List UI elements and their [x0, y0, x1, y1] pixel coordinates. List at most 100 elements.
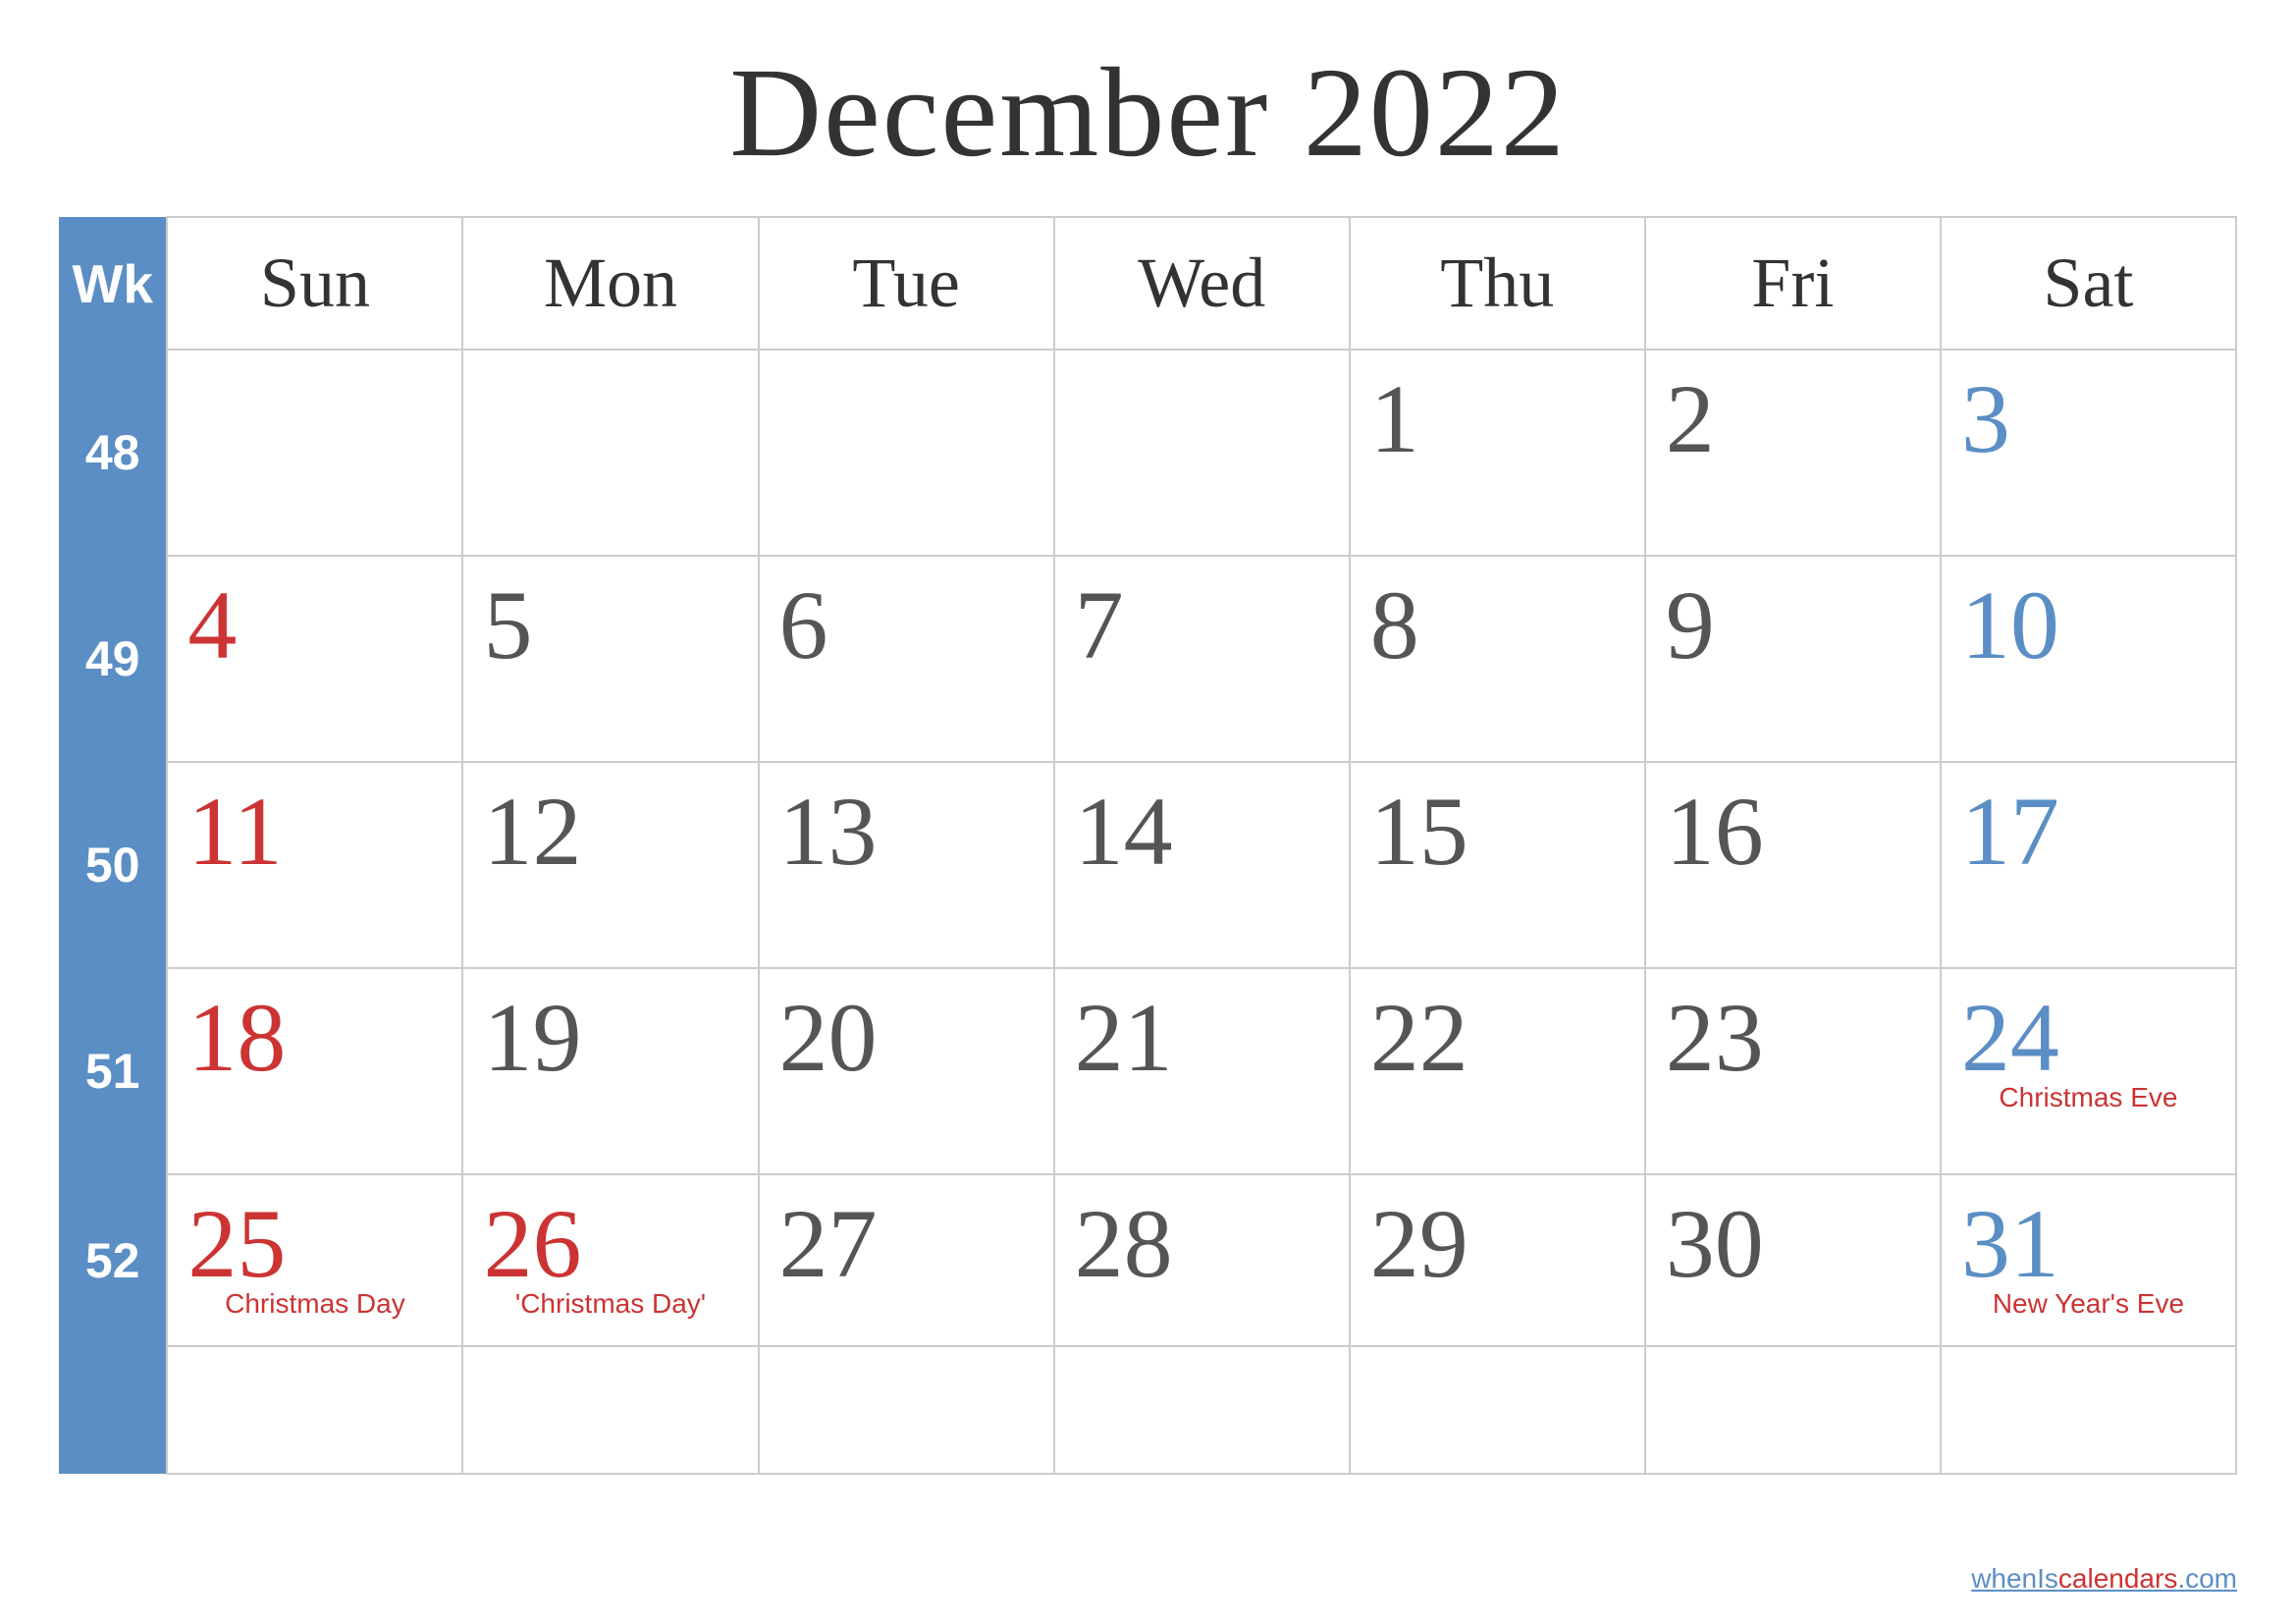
- holiday-label-31: New Year's Eve: [1961, 1288, 2216, 1320]
- day-cell-empty: [1054, 350, 1350, 556]
- day-number-19: 19: [483, 984, 737, 1092]
- week-row-49: 4945678910: [59, 556, 2236, 762]
- day-number-24: 24: [1961, 984, 2216, 1092]
- day-number-21: 21: [1075, 984, 1329, 1092]
- empty-day-4: [1350, 1346, 1645, 1474]
- day-number-23: 23: [1666, 984, 1920, 1092]
- day-number-16: 16: [1666, 778, 1920, 886]
- empty-day-1: [462, 1346, 758, 1474]
- day-cell-9: 9: [1645, 556, 1941, 762]
- day-cell-24: 24Christmas Eve: [1941, 968, 2236, 1174]
- day-number-8: 8: [1370, 571, 1625, 679]
- day-cell-15: 15: [1350, 762, 1645, 968]
- calendar-table: Wk Sun Mon Tue Wed Thu Fri Sat 481234945…: [59, 216, 2237, 1475]
- wk-header: Wk: [59, 217, 167, 350]
- day-number-9: 9: [1666, 571, 1920, 679]
- day-number-7: 7: [1075, 571, 1329, 679]
- week-row-52: 5225Christmas Day26'Christmas Day'272829…: [59, 1174, 2236, 1346]
- fri-header: Fri: [1645, 217, 1941, 350]
- sat-header: Sat: [1941, 217, 2236, 350]
- calendar-body: 4812349456789105011121314151617511819202…: [59, 350, 2236, 1474]
- day-cell-30: 30: [1645, 1174, 1941, 1346]
- watermark-calendars: calendars: [2058, 1563, 2177, 1594]
- thu-header: Thu: [1350, 217, 1645, 350]
- header-row: Wk Sun Mon Tue Wed Thu Fri Sat: [59, 217, 2236, 350]
- day-number-27: 27: [779, 1190, 1034, 1298]
- day-number-11: 11: [187, 778, 442, 886]
- day-cell-12: 12: [462, 762, 758, 968]
- day-cell-28: 28: [1054, 1174, 1350, 1346]
- holiday-label-25: Christmas Day: [187, 1288, 442, 1320]
- day-cell-5: 5: [462, 556, 758, 762]
- day-cell-20: 20: [759, 968, 1054, 1174]
- sun-header: Sun: [167, 217, 462, 350]
- week-row-51: 5118192021222324Christmas Eve: [59, 968, 2236, 1174]
- day-cell-empty: [462, 350, 758, 556]
- day-number-30: 30: [1666, 1190, 1920, 1298]
- day-number-6: 6: [779, 571, 1034, 679]
- watermark-com: .com: [2177, 1563, 2237, 1594]
- day-cell-empty: [167, 350, 462, 556]
- day-number-13: 13: [779, 778, 1034, 886]
- wk-cell-48: 48: [59, 350, 167, 556]
- day-cell-27: 27: [759, 1174, 1054, 1346]
- day-cell-7: 7: [1054, 556, 1350, 762]
- empty-day-0: [167, 1346, 462, 1474]
- empty-day-2: [759, 1346, 1054, 1474]
- day-number-4: 4: [187, 571, 442, 679]
- day-cell-11: 11: [167, 762, 462, 968]
- day-cell-18: 18: [167, 968, 462, 1174]
- day-cell-empty: [759, 350, 1054, 556]
- empty-row: [59, 1346, 2236, 1474]
- empty-day-5: [1645, 1346, 1941, 1474]
- day-number-5: 5: [483, 571, 737, 679]
- empty-wk: [59, 1346, 167, 1474]
- day-cell-21: 21: [1054, 968, 1350, 1174]
- empty-day-6: [1941, 1346, 2236, 1474]
- wk-cell-49: 49: [59, 556, 167, 762]
- day-number-18: 18: [187, 984, 442, 1092]
- day-number-3: 3: [1961, 365, 2216, 473]
- day-cell-8: 8: [1350, 556, 1645, 762]
- day-cell-22: 22: [1350, 968, 1645, 1174]
- day-number-12: 12: [483, 778, 737, 886]
- calendar-page: December 2022 Wk Sun Mon Tue Wed Thu Fri…: [0, 0, 2296, 1624]
- tue-header: Tue: [759, 217, 1054, 350]
- day-cell-19: 19: [462, 968, 758, 1174]
- calendar-title: December 2022: [729, 39, 1567, 187]
- day-cell-10: 10: [1941, 556, 2236, 762]
- day-cell-17: 17: [1941, 762, 2236, 968]
- day-cell-1: 1: [1350, 350, 1645, 556]
- day-cell-13: 13: [759, 762, 1054, 968]
- day-number-25: 25: [187, 1190, 442, 1298]
- day-cell-25: 25Christmas Day: [167, 1174, 462, 1346]
- watermark[interactable]: whenIscalendars.com: [1971, 1563, 2237, 1595]
- day-number-17: 17: [1961, 778, 2216, 886]
- wk-cell-51: 51: [59, 968, 167, 1174]
- day-number-1: 1: [1370, 365, 1625, 473]
- day-number-28: 28: [1075, 1190, 1329, 1298]
- watermark-when: whenIs: [1971, 1563, 2058, 1594]
- empty-day-3: [1054, 1346, 1350, 1474]
- day-number-20: 20: [779, 984, 1034, 1092]
- day-cell-3: 3: [1941, 350, 2236, 556]
- day-cell-4: 4: [167, 556, 462, 762]
- day-number-31: 31: [1961, 1190, 2216, 1298]
- week-row-48: 48123: [59, 350, 2236, 556]
- day-number-26: 26: [483, 1190, 737, 1298]
- day-cell-14: 14: [1054, 762, 1350, 968]
- day-cell-6: 6: [759, 556, 1054, 762]
- day-cell-29: 29: [1350, 1174, 1645, 1346]
- day-number-15: 15: [1370, 778, 1625, 886]
- holiday-label-26: 'Christmas Day': [483, 1288, 737, 1320]
- wk-cell-50: 50: [59, 762, 167, 968]
- holiday-label-24: Christmas Eve: [1961, 1082, 2216, 1113]
- day-number-29: 29: [1370, 1190, 1625, 1298]
- day-cell-31: 31New Year's Eve: [1941, 1174, 2236, 1346]
- day-number-14: 14: [1075, 778, 1329, 886]
- day-cell-26: 26'Christmas Day': [462, 1174, 758, 1346]
- wed-header: Wed: [1054, 217, 1350, 350]
- day-cell-16: 16: [1645, 762, 1941, 968]
- mon-header: Mon: [462, 217, 758, 350]
- wk-cell-52: 52: [59, 1174, 167, 1346]
